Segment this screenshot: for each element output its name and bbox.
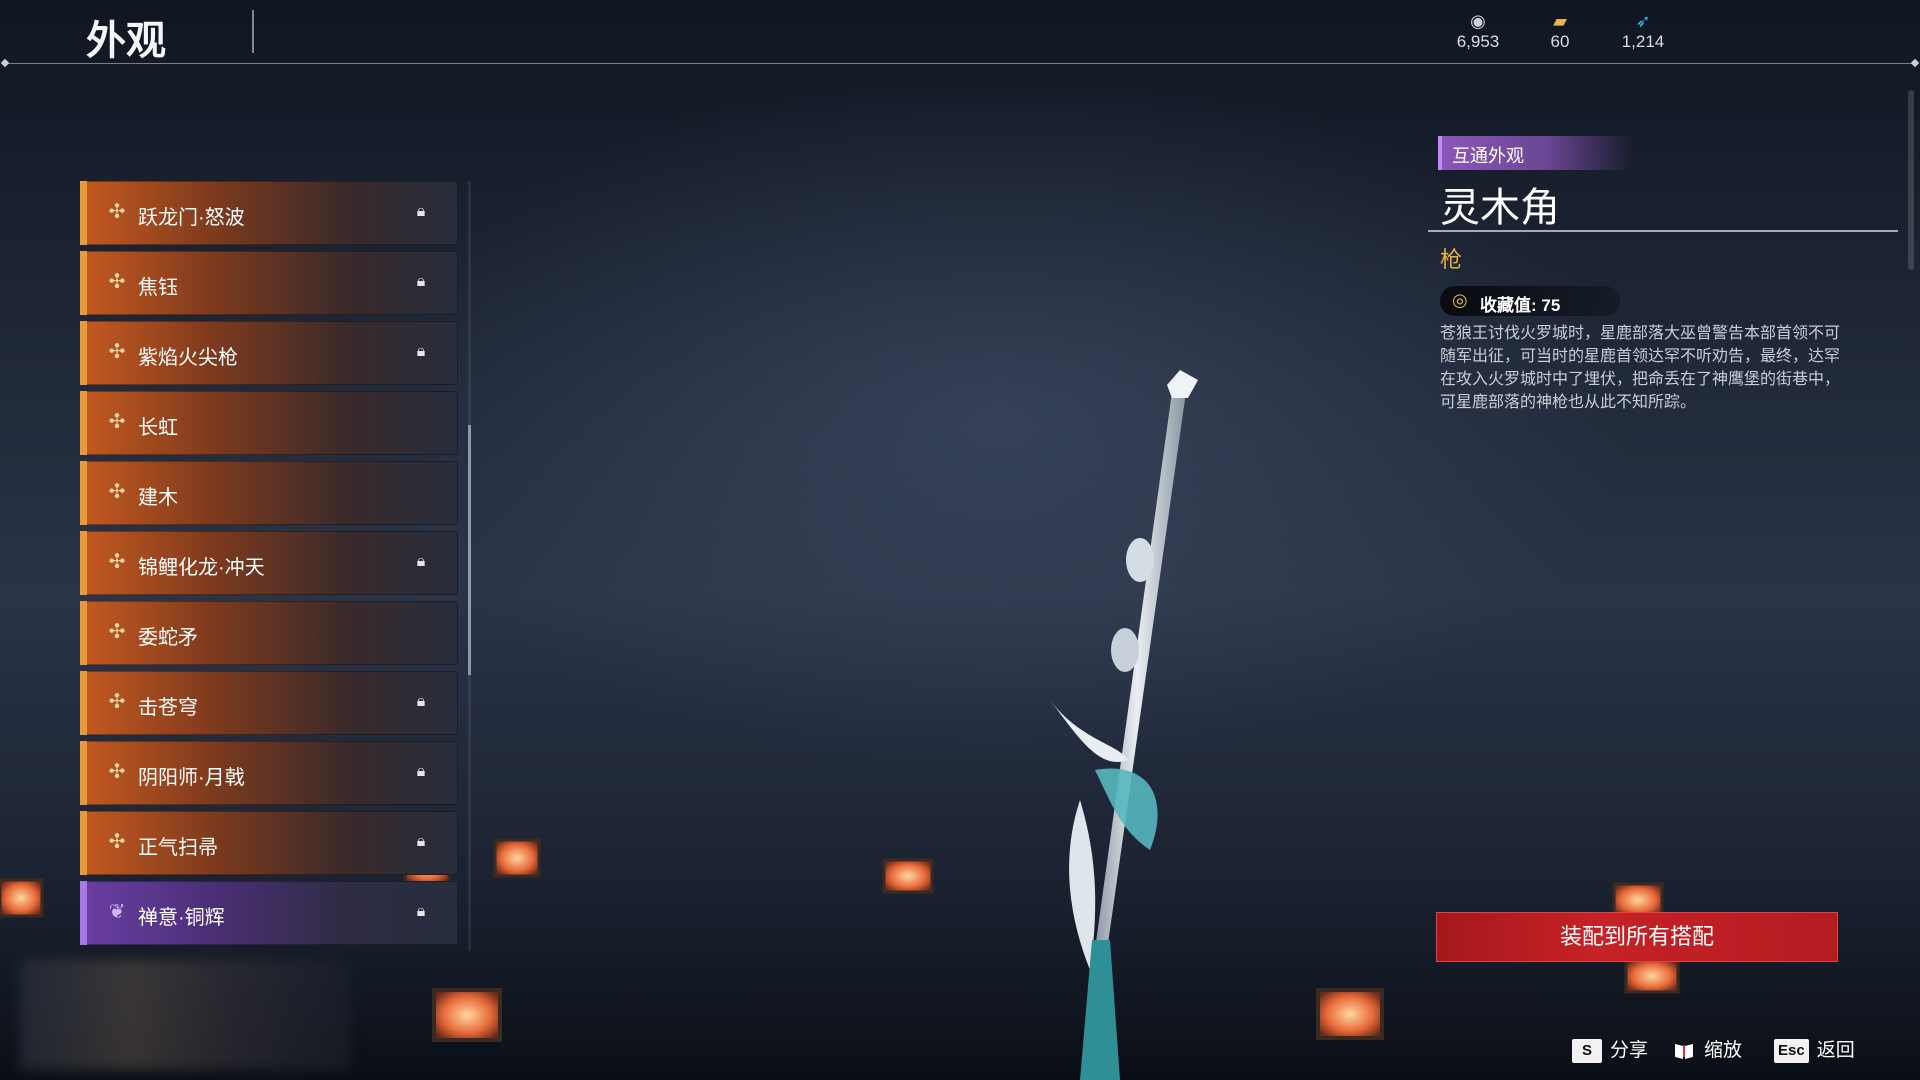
lock-icon: 🔒︎ [416,763,426,780]
list-item[interactable]: ✣ 长虹 [80,391,458,455]
rarity-icon: ✣ [108,271,126,293]
back-hint[interactable]: Esc 返回 [1774,1036,1855,1066]
rarity-icon: ✣ [108,201,126,223]
rule-end-ornament [0,58,10,68]
rule-end-ornament [1910,58,1920,68]
title-divider [252,10,254,53]
list-item[interactable]: ✣ 跃龙门·怒波 🔒︎ [80,181,458,245]
lantern [1624,958,1680,994]
header-rule [8,63,1912,64]
lock-icon: 🔒︎ [416,693,426,710]
list-item[interactable]: ✣ 阴阳师·月戟 🔒︎ [80,741,458,805]
item-name: 击苍穹 [138,697,198,719]
lock-icon: 🔒︎ [416,553,426,570]
currency-gold: ▰ 60 [1520,10,1600,52]
key-hints: S 分享 缩放 Esc 返回 [1572,1036,1902,1068]
book-icon [1675,1043,1693,1059]
collect-value: 收藏值: 75 [1480,296,1561,315]
hint-label: 缩放 [1704,1040,1743,1061]
collect-value-badge: ◎ 收藏值: 75 [1440,286,1620,316]
lock-icon: 🔒︎ [416,343,426,360]
lock-icon: 🔒︎ [416,273,426,290]
item-name: 长虹 [138,417,178,439]
rarity-icon: ✣ [108,761,126,783]
lock-icon: 🔒︎ [416,833,426,850]
item-type: 枪 [1440,247,1463,272]
item-name: 紫焰火尖枪 [138,347,238,369]
hint-label: 返回 [1816,1040,1855,1061]
s-key-icon: S [1572,1038,1602,1063]
item-name: 建木 [138,487,178,509]
equip-all-button[interactable]: 装配到所有搭配 [1436,912,1838,962]
currency-silver: ◉ 6,953 [1438,10,1518,52]
rarity-icon: ❦ [108,901,126,923]
rarity-icon: ✣ [108,411,126,433]
rarity-icon: ✣ [108,691,126,713]
currency-value: 6,953 [1456,32,1500,51]
rarity-icon: ✣ [108,551,126,573]
lock-icon: 🔒︎ [416,203,426,220]
item-name: 委蛇矛 [138,627,198,649]
list-item[interactable]: ✣ 锦鲤化龙·冲天 🔒︎ [80,531,458,595]
list-item[interactable]: ✣ 击苍穹 🔒︎ [80,671,458,735]
item-name: 锦鲤化龙·冲天 [138,557,265,579]
shared-appearance-tag: 互通外观 [1438,136,1632,170]
list-item[interactable]: ❦ 禅意·铜辉 🔒︎ [80,881,458,945]
item-name: 焦钰 [138,277,178,299]
esc-key-icon: Esc [1774,1038,1809,1063]
page-title: 外观 [86,19,166,63]
title-divider [1428,230,1898,232]
list-item[interactable]: ✣ 焦钰 🔒︎ [80,251,458,315]
blurred-overlay [20,960,350,1070]
currency-feather: ➶ 1,214 [1603,10,1683,52]
list-item[interactable]: ✣ 紫焰火尖枪 🔒︎ [80,321,458,385]
currency-value: 60 [1550,32,1570,51]
silver-coin-icon: ◉ [1470,11,1486,31]
rarity-icon: ✣ [108,621,126,643]
lantern [0,878,44,918]
rarity-icon: ✣ [108,831,126,853]
lantern [493,838,541,878]
item-title: 灵木角 [1440,186,1560,230]
feather-icon: ➶ [1635,11,1651,31]
list-item[interactable]: ✣ 委蛇矛 [80,601,458,665]
list-item[interactable]: ✣ 建木 [80,461,458,525]
currency-value: 1,214 [1621,32,1665,51]
tag-label: 互通外观 [1452,146,1524,166]
lantern [432,988,502,1042]
detail-scrollbar[interactable] [1908,90,1914,270]
gold-ticket-icon: ▰ [1553,11,1567,31]
item-description: 苍狼王讨伐火罗城时，星鹿部落大巫曾警告本部首领不可随军出征，可当时的星鹿首领达罕… [1440,325,1841,411]
appearance-list: ✣ 跃龙门·怒波 🔒︎ ✣ 焦钰 🔒︎ ✣ 紫焰火尖枪 🔒︎ ✣ 长虹 ✣ 建木… [80,181,460,954]
lantern [1316,988,1384,1040]
rarity-icon: ✣ [108,341,126,363]
lantern [882,858,934,894]
item-name: 正气扫帚 [138,837,218,859]
share-hint[interactable]: S 分享 [1572,1036,1648,1066]
item-name: 禅意·铜辉 [138,907,225,929]
spear-model [1050,370,1198,1080]
hint-label: 分享 [1610,1040,1649,1061]
top-bar: 外观 ◉ 6,953 ▰ 60 ➶ 1,214 [0,0,1920,68]
item-name: 阴阳师·月戟 [138,767,245,789]
lock-icon: 🔒︎ [416,903,426,920]
zoom-hint[interactable]: 缩放 [1672,1036,1742,1066]
item-name: 跃龙门·怒波 [138,207,245,229]
collect-icon: ◎ [1452,290,1468,310]
list-item[interactable]: ✣ 正气扫帚 🔒︎ [80,811,458,875]
rarity-icon: ✣ [108,481,126,503]
list-scrollbar-thumb[interactable] [468,425,471,675]
